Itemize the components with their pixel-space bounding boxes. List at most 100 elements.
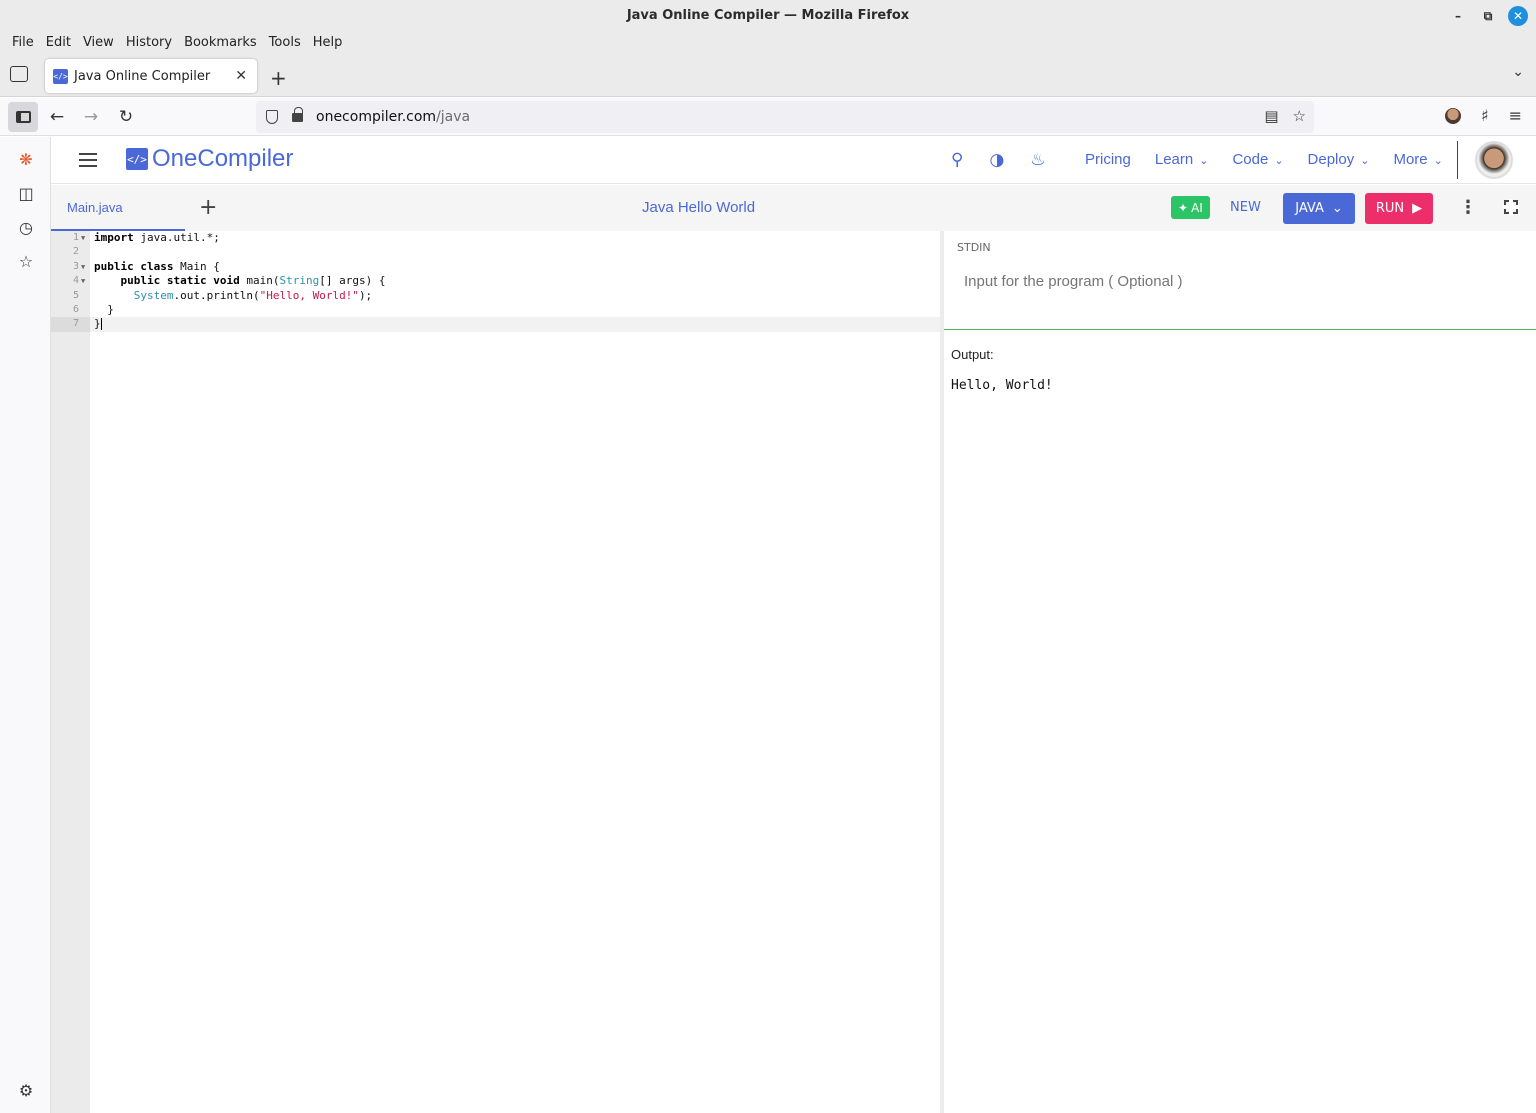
lock-icon[interactable] [292, 107, 303, 122]
close-tab-icon[interactable]: ✕ [235, 68, 247, 84]
theme-toggle-icon[interactable]: ◑ [989, 150, 1004, 170]
reader-view-icon[interactable]: ▤ [1264, 107, 1278, 125]
fold-arrow-icon[interactable]: ▼ [81, 274, 85, 288]
site-header: </> OneCompiler ⚲ ◑ ♨ Pricing Learn ⌄ Cod… [51, 137, 1536, 184]
settings-gear-icon[interactable]: ⚙ [16, 1081, 36, 1100]
stdin-input[interactable] [964, 273, 1524, 290]
search-icon[interactable]: ⚲ [951, 150, 963, 170]
line-number: 6 [72, 304, 79, 315]
line-number: 7 [72, 318, 79, 330]
code-editor[interactable]: 1 ▼ import java.util.*; 2 3 ▼ public cla… [51, 231, 940, 1113]
stdin-label: STDIN [957, 241, 991, 254]
nav-more[interactable]: More ⌄ [1393, 151, 1442, 168]
nav-deploy[interactable]: Deploy ⌄ [1308, 151, 1370, 168]
reload-icon[interactable]: ↻ [113, 104, 139, 130]
nav-deploy-label: Deploy [1307, 151, 1355, 168]
ai-label: AI [1191, 200, 1203, 215]
shield-icon[interactable] [266, 110, 278, 124]
ai-button[interactable]: ✦ AI [1171, 196, 1210, 219]
url-path: /java [436, 109, 471, 125]
nav-pricing[interactable]: Pricing [1085, 151, 1131, 168]
sidebar-toggle-icon[interactable] [8, 102, 38, 132]
hamburger-menu-icon[interactable] [79, 153, 97, 167]
more-options-icon[interactable]: ⋮ [1459, 197, 1477, 218]
menu-edit[interactable]: Edit [40, 35, 77, 50]
window-controls: – ⧉ ✕ [1448, 6, 1528, 26]
window-title: Java Online Compiler — Mozilla Firefox [626, 8, 910, 23]
run-label: RUN [1375, 201, 1405, 216]
run-button[interactable]: RUN ▶ [1365, 193, 1433, 224]
bookmarks-icon[interactable]: ☆ [16, 252, 36, 271]
language-select-button[interactable]: JAVA ⌄ [1283, 193, 1355, 224]
tab-overview-icon[interactable] [10, 66, 28, 82]
synced-tabs-icon[interactable]: ◫ [16, 184, 36, 203]
menu-tools[interactable]: Tools [263, 35, 307, 50]
browser-sidebar: ❋ ◫ ◷ ☆ ⚙ [0, 137, 51, 1113]
text-cursor [100, 318, 102, 331]
play-icon: ▶ [1412, 201, 1423, 216]
nav-code[interactable]: Code ⌄ [1232, 151, 1283, 168]
notifications-bell-icon[interactable]: ♨ [1030, 150, 1045, 170]
close-window-icon[interactable]: ✕ [1508, 6, 1528, 26]
code-text: } [94, 303, 114, 316]
minimize-icon[interactable]: – [1448, 6, 1468, 26]
menu-file[interactable]: File [6, 35, 40, 50]
bookmark-star-icon[interactable]: ☆ [1293, 107, 1306, 125]
chevron-down-icon: ⌄ [1360, 155, 1370, 167]
header-divider [1457, 141, 1458, 179]
tab-label: Java Online Compiler [74, 68, 211, 84]
code-text: public class Main { [94, 259, 220, 273]
line-number: 4 [72, 275, 79, 287]
new-button[interactable]: NEW [1230, 200, 1261, 215]
menu-view[interactable]: View [77, 35, 120, 50]
nav-learn[interactable]: Learn ⌄ [1155, 151, 1209, 168]
stdin-panel: STDIN [944, 231, 1536, 330]
editor-toolbar: Main.java + Java Hello World ✦ AI NEW JA… [51, 185, 1536, 231]
account-avatar-icon[interactable] [1444, 107, 1461, 124]
code-line: 4 ▼ public static void main(String[] arg… [51, 274, 940, 288]
site-logo[interactable]: </> OneCompiler [126, 145, 293, 173]
chevron-down-icon: ⌄ [1274, 155, 1284, 167]
chevron-down-icon: ⌄ [1199, 155, 1209, 167]
line-number: 1 [72, 232, 79, 243]
menu-history[interactable]: History [120, 35, 178, 50]
line-number: 3 [72, 260, 79, 272]
back-icon[interactable]: ← [44, 104, 70, 130]
ai-chatbot-icon[interactable]: ❋ [16, 150, 36, 169]
chevron-down-icon[interactable]: ⌄ [1512, 64, 1524, 80]
nav-code-label: Code [1232, 151, 1269, 168]
language-label: JAVA [1295, 201, 1324, 216]
history-icon[interactable]: ◷ [16, 218, 36, 237]
tab-bar: </> Java Online Compiler ✕ + ⌄ [0, 54, 1536, 97]
user-avatar[interactable] [1475, 141, 1513, 179]
line-number: 2 [72, 246, 79, 258]
menu-bookmarks[interactable]: Bookmarks [178, 35, 263, 50]
code-line-active: 7 } [51, 317, 940, 332]
line-number: 5 [72, 289, 79, 301]
menu-help[interactable]: Help [307, 35, 349, 50]
fold-arrow-icon[interactable]: ▼ [81, 260, 85, 274]
file-tab-main-java[interactable]: Main.java [51, 185, 185, 231]
fold-arrow-icon[interactable]: ▼ [81, 231, 85, 245]
tab-java-online-compiler[interactable]: </> Java Online Compiler ✕ [45, 59, 257, 93]
restore-icon[interactable]: ⧉ [1478, 6, 1498, 26]
nav-more-label: More [1393, 151, 1428, 168]
code-text: System.out.println("Hello, World!"); [133, 288, 373, 302]
app-menu-icon[interactable]: ≡ [1509, 106, 1522, 125]
output-text: Hello, World! [951, 378, 1053, 393]
forward-icon[interactable]: → [78, 104, 104, 130]
site-nav: Pricing Learn ⌄ Code ⌄ Deploy ⌄ More ⌄ [1085, 151, 1443, 168]
nav-learn-label: Learn [1154, 151, 1194, 168]
navigation-bar: ← → ↻ onecompiler.com/java ▤ ☆ ♯ ≡ [0, 98, 1536, 136]
brand-name: OneCompiler [152, 145, 294, 172]
output-label: Output: [951, 347, 994, 362]
url-host: onecompiler.com [316, 109, 437, 125]
code-title[interactable]: Java Hello World [642, 199, 755, 216]
fullscreen-icon[interactable] [1503, 199, 1519, 215]
add-file-icon[interactable]: + [199, 195, 217, 220]
url-bar[interactable]: onecompiler.com/java ▤ ☆ [256, 101, 1314, 133]
code-text: } [94, 317, 102, 331]
extensions-icon[interactable]: ♯ [1481, 106, 1489, 125]
new-tab-icon[interactable]: + [270, 66, 287, 90]
code-line: 2 [51, 245, 940, 259]
